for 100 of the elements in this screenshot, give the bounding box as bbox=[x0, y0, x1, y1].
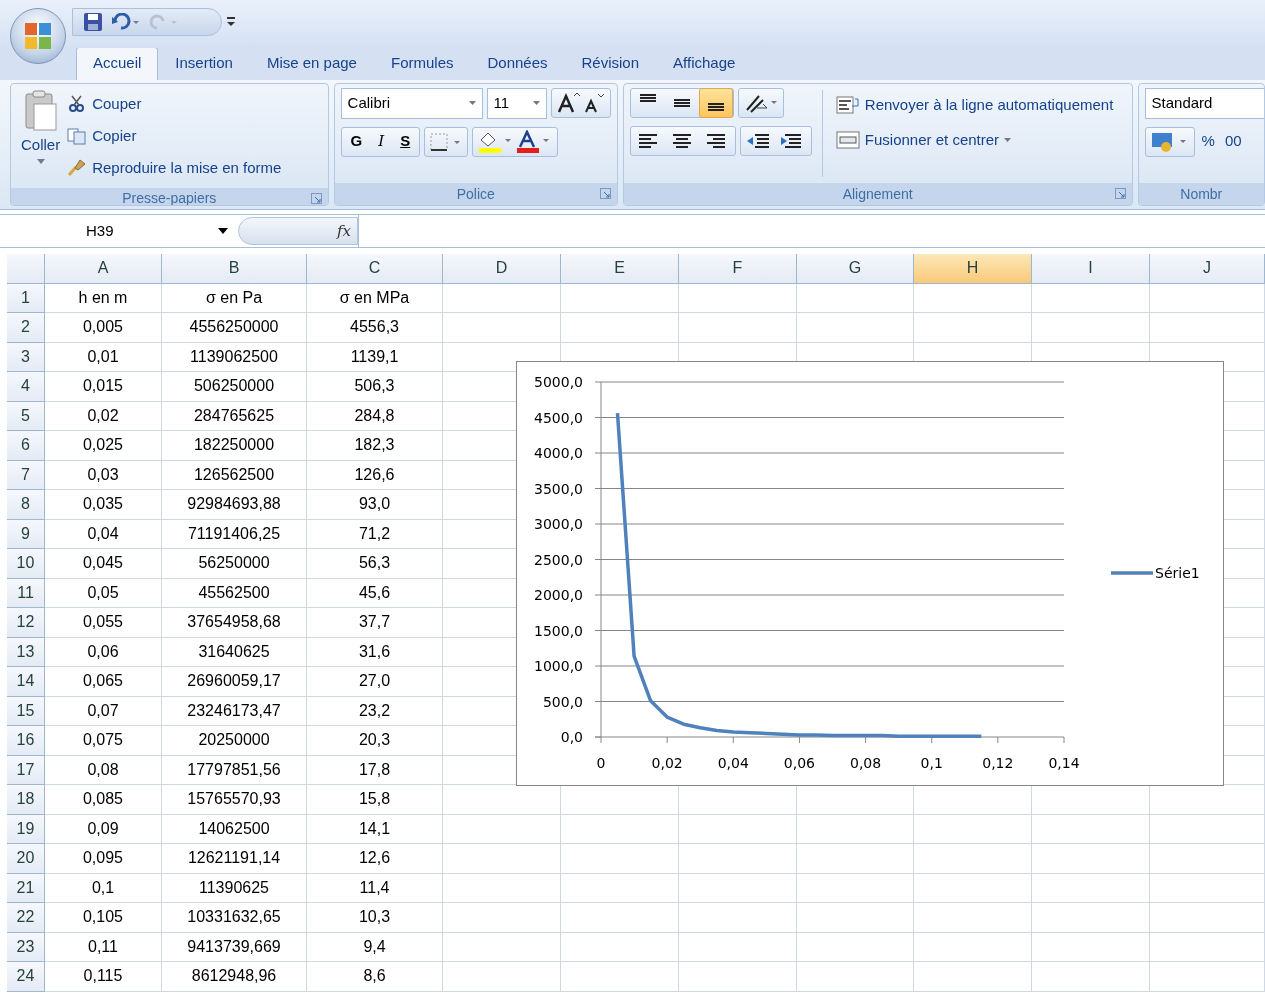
row-header[interactable]: 4 bbox=[7, 372, 45, 402]
copy-button[interactable]: Copier bbox=[64, 120, 285, 152]
font-size-field[interactable]: 11 bbox=[486, 88, 547, 119]
bold-button[interactable]: G bbox=[347, 128, 366, 155]
save-icon[interactable] bbox=[83, 12, 103, 32]
ribbon-tab[interactable]: Mise en page bbox=[249, 46, 374, 80]
group-label: Police bbox=[456, 184, 495, 204]
row-header[interactable]: 12 bbox=[7, 608, 45, 638]
table-cell: 0,03 bbox=[45, 460, 162, 490]
y-axis-label: 2000,0 bbox=[534, 587, 583, 603]
ribbon-tab[interactable]: Insertion bbox=[158, 46, 250, 80]
table-cell: σ en Pa bbox=[162, 283, 307, 313]
row-header[interactable]: 15 bbox=[7, 696, 45, 726]
column-header[interactable]: J bbox=[1150, 254, 1265, 284]
row-header[interactable]: 6 bbox=[7, 431, 45, 461]
ribbon-tab[interactable]: Révision bbox=[564, 46, 657, 80]
y-axis-label: 500,0 bbox=[542, 693, 583, 710]
column-header[interactable]: E bbox=[561, 254, 679, 284]
row-header[interactable]: 14 bbox=[7, 667, 45, 697]
office-button[interactable] bbox=[10, 8, 66, 64]
row-header[interactable]: 8 bbox=[7, 490, 45, 520]
font-size-buttons[interactable] bbox=[550, 88, 611, 119]
align-lines-icon bbox=[639, 94, 656, 102]
row-header[interactable]: 24 bbox=[7, 962, 45, 992]
percent-button[interactable]: % bbox=[1198, 128, 1218, 155]
ribbon-tab[interactable]: Accueil bbox=[76, 46, 159, 80]
row-header[interactable]: 5 bbox=[7, 401, 45, 431]
thousands-separator-button[interactable]: 00 bbox=[1221, 128, 1245, 155]
table-cell: 45562500 bbox=[162, 578, 307, 608]
x-axis-label: 0 bbox=[596, 755, 606, 771]
row-header[interactable]: 17 bbox=[7, 755, 45, 785]
paste-button[interactable]: Coller bbox=[17, 88, 65, 184]
column-header[interactable]: D bbox=[443, 254, 561, 284]
ribbon-tab[interactable]: Formules bbox=[373, 46, 471, 80]
table-cell: 0,02 bbox=[45, 401, 162, 431]
column-header[interactable]: A bbox=[45, 254, 162, 284]
row-header[interactable]: 11 bbox=[7, 578, 45, 608]
column-header[interactable]: C bbox=[307, 254, 443, 284]
row-header[interactable]: 9 bbox=[7, 519, 45, 549]
table-cell: 0,105 bbox=[45, 903, 162, 933]
dropdown-arrow-icon bbox=[36, 158, 45, 164]
number-format-field[interactable]: Standard bbox=[1144, 88, 1264, 119]
font-name-field[interactable]: Calibri bbox=[340, 88, 483, 119]
row-header[interactable]: 1 bbox=[7, 283, 45, 313]
table-cell: h en m bbox=[45, 283, 162, 313]
align-bottom-button[interactable] bbox=[698, 88, 733, 118]
row-header[interactable]: 2 bbox=[7, 313, 45, 343]
table-cell: 20250000 bbox=[162, 726, 307, 756]
table-cell: 11,4 bbox=[307, 873, 443, 903]
dialog-launcher-icon[interactable] bbox=[310, 193, 322, 204]
table-cell: 15,8 bbox=[307, 785, 443, 815]
table-cell: 4556250000 bbox=[162, 313, 307, 343]
table-cell: 0,025 bbox=[45, 431, 162, 461]
table-cell: 14062500 bbox=[162, 814, 307, 844]
wrap-text-button[interactable]: Renvoyer à la ligne automatiquement bbox=[832, 92, 1117, 119]
insert-function-button[interactable]: fx bbox=[337, 219, 351, 243]
column-header[interactable]: I bbox=[1032, 254, 1150, 284]
table-cell: 0,045 bbox=[45, 549, 162, 579]
y-axis-label: 5000,0 bbox=[534, 374, 583, 390]
table-cell: 0,095 bbox=[45, 844, 162, 874]
borders-button[interactable] bbox=[424, 126, 469, 157]
table-cell: 284,8 bbox=[307, 401, 443, 431]
x-axis-label: 0,14 bbox=[1048, 755, 1080, 771]
row-header[interactable]: 20 bbox=[7, 844, 45, 874]
format-painter-button[interactable]: Reproduire la mise en forme bbox=[64, 152, 285, 184]
dialog-launcher-icon[interactable] bbox=[599, 188, 611, 199]
column-header[interactable]: H bbox=[914, 254, 1032, 284]
row-header[interactable]: 19 bbox=[7, 814, 45, 844]
horizontal-align-buttons[interactable] bbox=[629, 126, 736, 156]
column-header[interactable]: G bbox=[797, 254, 914, 284]
underline-button[interactable]: S bbox=[397, 128, 414, 155]
currency-button[interactable] bbox=[1144, 126, 1195, 157]
row-header[interactable]: 10 bbox=[7, 549, 45, 579]
italic-button[interactable]: I bbox=[375, 128, 388, 155]
ribbon-tab[interactable]: Affichage bbox=[656, 46, 753, 80]
row-header[interactable]: 18 bbox=[7, 785, 45, 815]
merge-center-button[interactable]: Fusionner et centrer bbox=[832, 126, 1117, 153]
row-header[interactable]: 3 bbox=[7, 342, 45, 372]
row-header[interactable]: 7 bbox=[7, 460, 45, 490]
column-header[interactable]: F bbox=[679, 254, 797, 284]
row-header[interactable]: 13 bbox=[7, 637, 45, 667]
table-cell: 126,6 bbox=[307, 460, 443, 490]
table-cell: 37,7 bbox=[307, 608, 443, 638]
row-header[interactable]: 22 bbox=[7, 903, 45, 933]
row-header[interactable]: 23 bbox=[7, 932, 45, 962]
table-cell: 23246173,47 bbox=[162, 696, 307, 726]
table-cell: 27,0 bbox=[307, 667, 443, 697]
indent-buttons[interactable] bbox=[739, 126, 812, 156]
customize-toolbar-icon[interactable] bbox=[227, 17, 235, 27]
row-header[interactable]: 21 bbox=[7, 873, 45, 903]
dialog-launcher-icon[interactable] bbox=[1114, 188, 1126, 199]
orientation-button[interactable] bbox=[737, 88, 784, 118]
name-box[interactable]: H39 bbox=[0, 219, 230, 243]
cut-button[interactable]: Couper bbox=[64, 88, 285, 120]
table-cell: 15765570,93 bbox=[162, 785, 307, 815]
row-header[interactable]: 16 bbox=[7, 726, 45, 756]
column-header[interactable]: B bbox=[162, 254, 307, 284]
undo-icon[interactable] bbox=[111, 13, 141, 31]
dropdown-arrow-icon[interactable] bbox=[218, 228, 228, 234]
ribbon-tab[interactable]: Données bbox=[470, 46, 565, 80]
